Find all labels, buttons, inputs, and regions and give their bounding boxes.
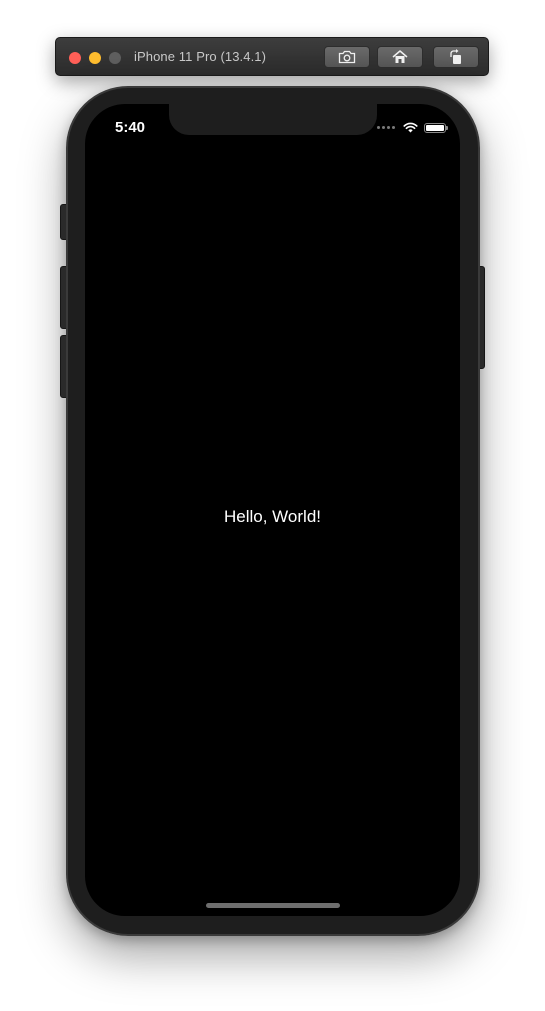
device-screen[interactable]: 5:40 Hello, World! bbox=[85, 104, 460, 916]
battery-cap bbox=[446, 125, 448, 130]
camera-icon bbox=[338, 50, 356, 64]
rotate-button[interactable] bbox=[433, 46, 479, 68]
wifi-icon bbox=[403, 122, 418, 133]
home-button[interactable] bbox=[377, 46, 423, 68]
window-zoom-button[interactable] bbox=[109, 52, 121, 64]
battery-icon bbox=[424, 122, 448, 133]
notch bbox=[169, 104, 377, 135]
status-bar-icons bbox=[377, 122, 448, 133]
screenshot-button[interactable] bbox=[324, 46, 370, 68]
window-close-button[interactable] bbox=[69, 52, 81, 64]
rotate-icon bbox=[450, 49, 461, 64]
status-bar-time: 5:40 bbox=[115, 119, 146, 136]
home-icon bbox=[392, 50, 408, 63]
home-indicator[interactable] bbox=[206, 903, 340, 908]
cellular-signal-icon bbox=[377, 126, 395, 129]
battery-level bbox=[426, 124, 444, 131]
window-minimize-button[interactable] bbox=[89, 52, 101, 64]
window-title: iPhone 11 Pro (13.4.1) bbox=[134, 49, 267, 64]
simulator-title-bar[interactable]: iPhone 11 Pro (13.4.1) bbox=[55, 37, 489, 76]
hello-world-label: Hello, World! bbox=[224, 507, 321, 526]
simulator-stage: iPhone 11 Pro (13.4.1) 5:40 Hello, World… bbox=[0, 0, 545, 1011]
